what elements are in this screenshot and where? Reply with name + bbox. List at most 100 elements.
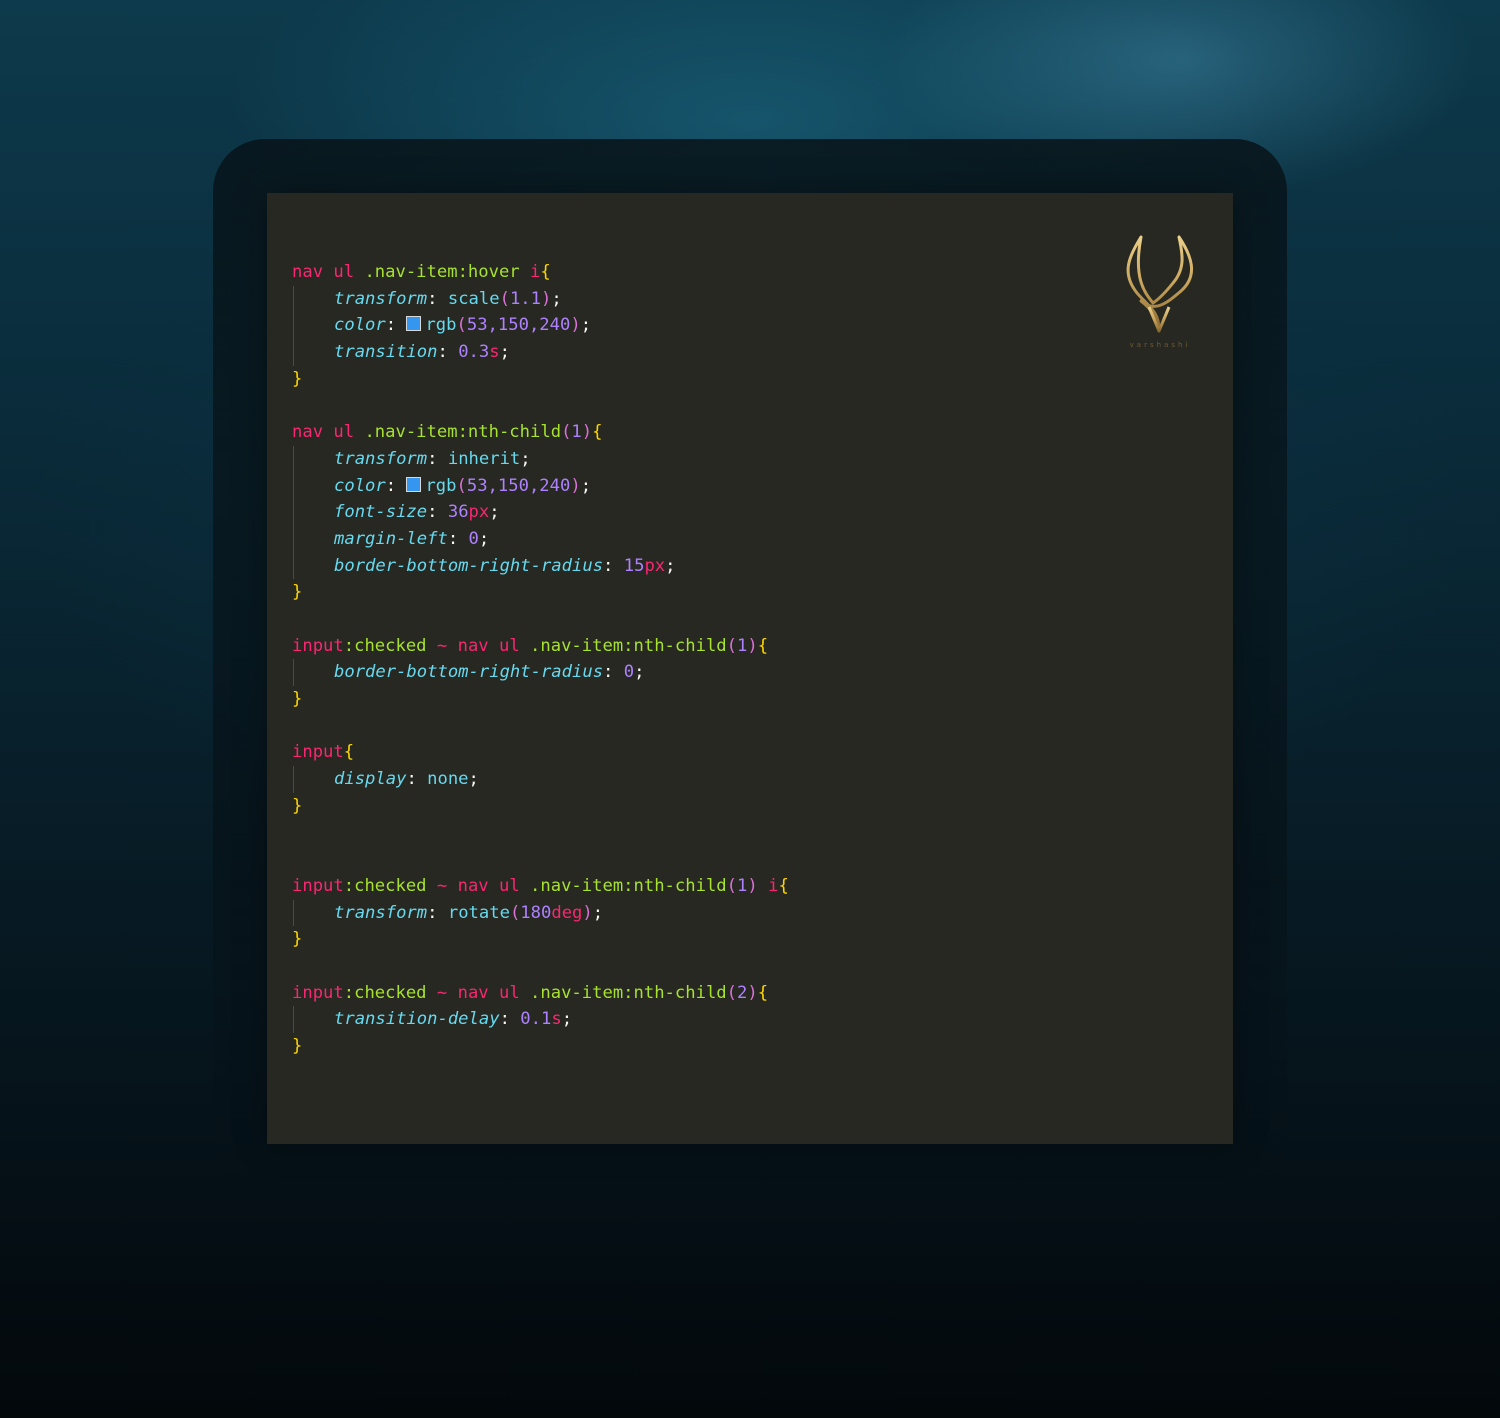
open-brace: {: [757, 982, 769, 1003]
selector-element: i: [757, 875, 779, 896]
selector-pseudo: :checked: [343, 635, 427, 656]
paren: ): [747, 635, 758, 656]
property-name: font-size: [334, 502, 428, 523]
open-brace: {: [757, 635, 769, 656]
colon: :: [406, 769, 428, 790]
code-line: input:checked ~ nav ul .nav-item:nth-chi…: [292, 633, 1233, 660]
selector-tag: nav ul: [292, 422, 355, 443]
open-brace: {: [592, 422, 603, 443]
function-name: rgb: [425, 475, 457, 496]
paren: (: [456, 475, 467, 496]
unit: px: [468, 502, 490, 523]
number-value: 0: [468, 528, 479, 549]
selector-class: .nav-item:nth-child: [519, 635, 727, 656]
code-line: transform: rotate(180deg);: [292, 899, 1233, 927]
paren: ): [581, 422, 593, 443]
paren: ): [747, 875, 758, 896]
semicolon: ;: [634, 662, 645, 683]
paren: ): [541, 288, 552, 309]
close-brace: }: [292, 1035, 303, 1056]
code-line: display: none;: [292, 766, 1233, 793]
colon: :: [427, 502, 448, 523]
color-swatch[interactable]: [406, 316, 422, 332]
code-line: input:checked ~ nav ul .nav-item:nth-chi…: [292, 980, 1233, 1007]
property-name: transition: [334, 342, 438, 363]
code-line: border-bottom-right-radius: 0;: [292, 659, 1233, 686]
number-value: 53,150,240: [466, 475, 571, 496]
selector-tag: input: [292, 742, 344, 763]
close-brace: }: [292, 689, 303, 709]
semicolon: ;: [468, 769, 479, 790]
property-name: margin-left: [334, 528, 448, 549]
semicolon: ;: [520, 448, 531, 469]
code-editor: varshashi nav ul .nav-item:hover i{ tran…: [267, 193, 1233, 1144]
number-value: 53,150,240: [466, 315, 571, 336]
selector-pseudo: :checked: [343, 875, 427, 896]
selector-arg: 2: [737, 982, 748, 1003]
unit: deg: [551, 902, 583, 923]
selector-class: .nav-item:nth-child: [519, 982, 727, 1003]
code-line: input{: [292, 739, 1233, 766]
paren: (: [499, 288, 510, 309]
property-name: display: [334, 769, 407, 790]
selector-class: .nav-item:nth-child: [354, 422, 562, 443]
number-value: 0.3: [458, 342, 490, 363]
property-name: border-bottom-right-radius: [334, 555, 604, 576]
function-name: scale: [447, 288, 500, 309]
selector-tag: input: [292, 635, 344, 656]
selector-arg: 1: [737, 875, 748, 896]
colon: :: [385, 475, 407, 496]
property-name: transform: [334, 288, 428, 309]
number-value: 0.1: [520, 1009, 552, 1030]
code-line: nav ul .nav-item:hover i{: [292, 259, 1233, 286]
semicolon: ;: [551, 288, 562, 309]
paren: ): [570, 315, 581, 336]
property-name: border-bottom-right-radius: [334, 662, 604, 683]
colon: :: [427, 448, 448, 469]
function-name: rotate: [447, 902, 510, 923]
semicolon: ;: [580, 315, 592, 336]
close-brace: }: [292, 795, 303, 816]
number-value: 36: [447, 502, 469, 523]
selector-tag: nav ul: [457, 982, 520, 1003]
property-name: transform: [334, 902, 428, 923]
semicolon: ;: [665, 555, 676, 576]
code-line: color: rgb(53,150,240);: [292, 312, 1233, 339]
colon: :: [447, 528, 469, 549]
code-line: }: [292, 793, 1233, 820]
property-name: color: [334, 475, 386, 496]
function-name: rgb: [425, 315, 457, 336]
close-brace: }: [292, 368, 303, 389]
property-name: transform: [334, 448, 428, 469]
code-line: }: [292, 926, 1233, 953]
code-line: }: [292, 1033, 1233, 1060]
code-line: input:checked ~ nav ul .nav-item:nth-chi…: [292, 873, 1233, 900]
selector-combinator: ~: [426, 635, 458, 656]
selector-tag: nav ul: [292, 262, 355, 282]
colon: :: [603, 662, 624, 683]
paren: (: [509, 902, 521, 923]
paren: (: [561, 422, 572, 443]
property-name: color: [334, 315, 386, 336]
color-swatch[interactable]: [406, 476, 422, 492]
semicolon: ;: [561, 1009, 573, 1030]
selector-tag: input: [292, 875, 344, 896]
open-brace: {: [778, 875, 789, 896]
selector-tag: nav ul: [457, 875, 520, 896]
selector-arg: 1: [571, 422, 582, 443]
paren: (: [456, 315, 467, 336]
number-value: 15: [623, 555, 645, 576]
paren: (: [726, 635, 738, 656]
number-value: 180: [520, 902, 552, 923]
code-line: color: rgb(53,150,240);: [292, 472, 1233, 500]
keyword-value: inherit: [447, 448, 521, 469]
semicolon: ;: [580, 475, 592, 496]
code-line: transition: 0.3s;: [292, 339, 1233, 366]
selector-class: .nav-item:nth-child: [519, 875, 727, 896]
paren: (: [726, 982, 738, 1003]
open-brace: {: [540, 262, 551, 282]
code-line: margin-left: 0;: [292, 525, 1233, 553]
code-line: font-size: 36px;: [292, 499, 1233, 526]
code-block: nav ul .nav-item:hover i{ transform: sca…: [292, 259, 1233, 1060]
selector-tag: nav ul: [457, 635, 520, 656]
